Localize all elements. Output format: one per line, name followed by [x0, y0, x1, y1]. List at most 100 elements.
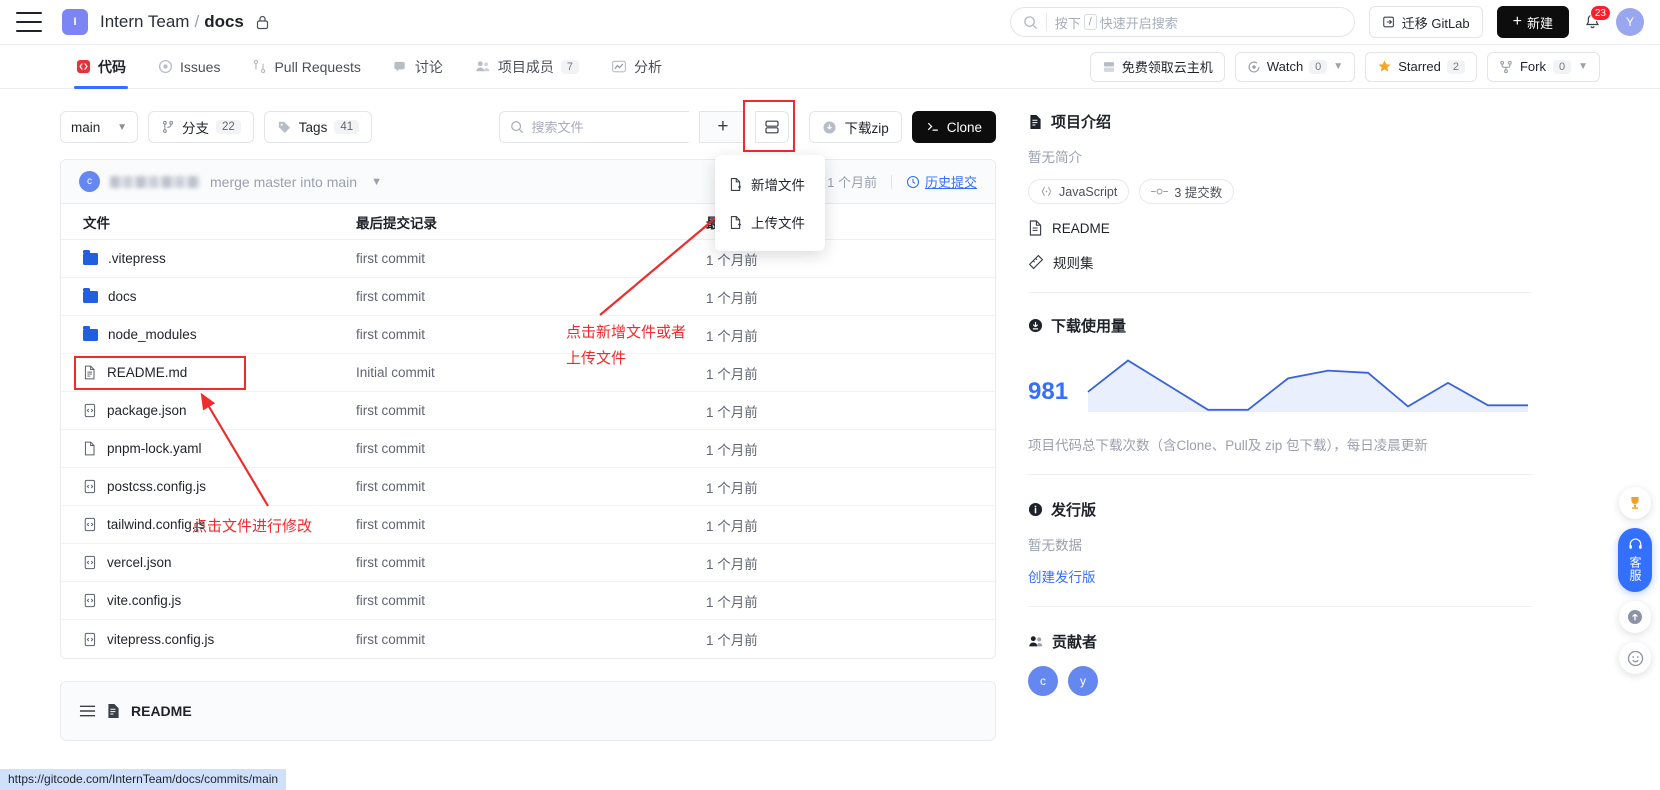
search-icon — [510, 120, 524, 134]
sidebar-link-readme[interactable]: README — [1028, 220, 1532, 236]
terminal-window-icon — [764, 119, 780, 135]
tab-pull-requests-label: Pull Requests — [274, 59, 360, 75]
tab-pull-requests[interactable]: Pull Requests — [236, 45, 376, 89]
notifications-button[interactable]: 23 — [1583, 12, 1602, 32]
tab-members-count: 7 — [561, 60, 579, 74]
table-row[interactable]: postcss.config.jsfirst commit1 个月前 — [61, 468, 995, 506]
file-name-link[interactable]: vite.config.js — [107, 593, 181, 608]
file-row-commit-cell: first commit — [356, 441, 706, 456]
new-button[interactable]: + 新建 — [1497, 6, 1569, 38]
folder-icon — [83, 253, 98, 265]
tab-members[interactable]: 项目成员 7 — [459, 45, 595, 89]
file-name-link[interactable]: README.md — [107, 365, 187, 380]
readme-panel-title: README — [131, 703, 192, 719]
commit-history-link[interactable]: 历史提交 — [906, 172, 977, 191]
tab-code[interactable]: 代码 — [60, 45, 142, 89]
dropdown-item-new-file[interactable]: 新增文件 — [715, 165, 825, 203]
sidebar-contributors: 贡献者 c y — [1028, 631, 1532, 714]
cloud-host-label: 免费领取云主机 — [1122, 57, 1213, 76]
starred-button[interactable]: Starred 2 — [1365, 52, 1477, 82]
table-row[interactable]: pnpm-lock.yamlfirst commit1 个月前 — [61, 430, 995, 468]
file-search[interactable] — [499, 111, 689, 143]
breadcrumb-org[interactable]: Intern Team — [100, 12, 189, 32]
user-avatar[interactable]: Y — [1616, 8, 1644, 36]
tags-button[interactable]: Tags 41 — [264, 111, 372, 143]
file-name-link[interactable]: docs — [108, 289, 137, 304]
branches-button[interactable]: 分支 22 — [148, 111, 254, 143]
file-name-link[interactable]: vercel.json — [107, 555, 172, 570]
about-title-row: 项目介绍 — [1028, 111, 1532, 132]
customer-service-button[interactable]: 客服 — [1618, 528, 1652, 592]
chevron-down-icon[interactable]: ▼ — [371, 176, 382, 188]
commit-icon — [1151, 186, 1168, 197]
trophy-icon[interactable] — [1619, 487, 1651, 519]
file-name-link[interactable]: .vitepress — [108, 251, 166, 266]
file-search-input[interactable] — [531, 120, 707, 135]
migrate-gitlab-button[interactable]: 迁移 GitLab — [1369, 6, 1483, 38]
file-name-link[interactable]: package.json — [107, 403, 187, 418]
cloud-host-button[interactable]: 免费领取云主机 — [1090, 52, 1225, 82]
sidebar-downloads: 下载使用量 981 项目代码总下载次数（含Clone、Pull及 zip 包下载… — [1028, 315, 1532, 493]
create-release-link[interactable]: 创建发行版 — [1028, 566, 1096, 586]
readme-panel: README — [60, 681, 996, 741]
file-name-link[interactable]: pnpm-lock.yaml — [107, 441, 202, 456]
chip-commits[interactable]: 3 提交数 — [1139, 179, 1234, 204]
table-row[interactable]: vite.config.js first commit1 个月前 — [61, 582, 995, 620]
tab-issues[interactable]: Issues — [142, 45, 236, 89]
tab-discussion[interactable]: 讨论 — [377, 45, 459, 89]
breadcrumb-repo[interactable]: docs — [204, 12, 244, 32]
add-file-button[interactable]: + — [699, 111, 745, 143]
annotation-add-file: 点击新增文件或者 上传文件 — [566, 320, 686, 372]
file-name-link[interactable]: node_modules — [108, 327, 197, 342]
file-row-commit-cell: first commit — [356, 517, 706, 532]
file-row-commit-cell: first commit — [356, 593, 706, 608]
upload-arrow-icon[interactable] — [1619, 601, 1651, 633]
downloads-description: 项目代码总下载次数（含Clone、Pull及 zip 包下载），每日凌晨更新 — [1028, 434, 1532, 454]
web-ide-button[interactable] — [755, 111, 789, 143]
org-avatar[interactable]: I — [62, 9, 88, 35]
table-row[interactable]: .vitepressfirst commit1 个月前 — [61, 240, 995, 278]
avatar[interactable]: c — [1028, 666, 1058, 696]
table-row[interactable]: README.mdInitial commit1 个月前 — [61, 354, 995, 392]
annotation-add-file-line1: 点击新增文件或者 — [566, 320, 686, 346]
table-row[interactable]: vercel.jsonfirst commit1 个月前 — [61, 544, 995, 582]
sidebar-link-ruleset[interactable]: 规则集 — [1028, 252, 1532, 272]
smiley-icon[interactable] — [1619, 642, 1651, 674]
list-icon[interactable] — [79, 704, 96, 718]
repo-toolbar: main ▼ 分支 22 Tags 41 — [60, 111, 996, 143]
file-name-link[interactable]: postcss.config.js — [107, 479, 206, 494]
sidebar-about: 项目介绍 暂无简介 JavaScript 3 提交数 — [1028, 111, 1532, 311]
fork-button[interactable]: Fork 0 ▼ — [1487, 52, 1600, 82]
file-row-commit-cell: first commit — [356, 555, 706, 570]
table-row[interactable]: node_modulesfirst commit1 个月前 — [61, 316, 995, 354]
watch-button[interactable]: Watch 0 ▼ — [1235, 52, 1355, 82]
chip-language[interactable]: JavaScript — [1028, 179, 1129, 204]
page-body: main ▼ 分支 22 Tags 41 — [0, 89, 1660, 741]
floating-action-buttons: 客服 — [1618, 487, 1652, 674]
file-name-link[interactable]: tailwind.config.js — [107, 517, 205, 532]
download-zip-button[interactable]: 下载zip — [809, 111, 901, 143]
tab-analytics[interactable]: 分析 — [595, 45, 678, 89]
file-row-time-cell: 1 个月前 — [706, 591, 995, 611]
commit-message[interactable]: merge master into main — [210, 174, 357, 190]
clone-button[interactable]: Clone — [912, 111, 996, 143]
commit-author-avatar[interactable]: c — [79, 171, 100, 192]
dropdown-item-upload-file[interactable]: 上传文件 — [715, 203, 825, 241]
menu-icon[interactable] — [16, 12, 42, 32]
sidebar-releases: 发行版 暂无数据 创建发行版 — [1028, 499, 1532, 625]
code-browser: main ▼ 分支 22 Tags 41 — [60, 89, 996, 741]
chip-language-label: JavaScript — [1059, 185, 1117, 199]
annotation-add-file-line2: 上传文件 — [566, 346, 686, 372]
contributors-title-row: 贡献者 — [1028, 631, 1532, 652]
file-row-commit-cell: first commit — [356, 251, 706, 266]
table-row[interactable]: docsfirst commit1 个月前 — [61, 278, 995, 316]
table-row[interactable]: vitepress.config.jsfirst commit1 个月前 — [61, 620, 995, 658]
table-row[interactable]: package.jsonfirst commit1 个月前 — [61, 392, 995, 430]
watch-icon — [1247, 60, 1261, 74]
avatar[interactable]: y — [1068, 666, 1098, 696]
global-search[interactable]: 按下 / 快速开启搜索 — [1010, 7, 1355, 37]
search-hint-prefix: 按下 — [1055, 13, 1081, 32]
branch-icon — [161, 120, 175, 134]
file-name-link[interactable]: vitepress.config.js — [107, 632, 214, 647]
branch-selector[interactable]: main ▼ — [60, 111, 138, 143]
